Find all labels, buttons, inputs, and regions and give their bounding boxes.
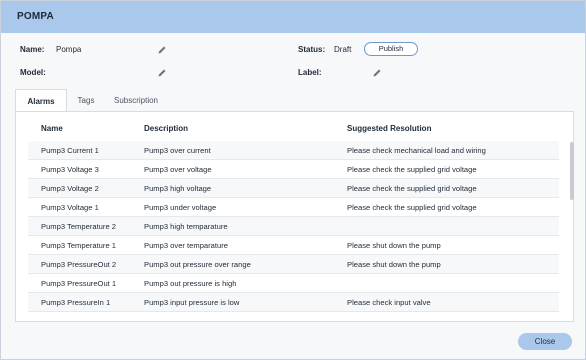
table-row[interactable]: Pump3 Voltage 3 Pump3 over voltage Please … bbox=[28, 160, 559, 179]
cell-resolution: Please check input valve bbox=[347, 298, 431, 307]
pencil-icon[interactable] bbox=[372, 68, 382, 78]
table-row[interactable]: Pump3 Temperature 2 Pump3 high temparatur… bbox=[28, 217, 559, 236]
cell-description: Pump3 high voltage bbox=[144, 184, 212, 193]
title-bar: POMPA bbox=[1, 1, 585, 33]
cell-name: Pump3 Voltage 3 bbox=[41, 165, 99, 174]
table-row[interactable]: Pump3 Temperature 1 Pump3 over temparatur… bbox=[28, 236, 559, 255]
column-header-resolution[interactable]: Suggested Resolution bbox=[347, 124, 431, 133]
cell-description: Pump3 high temparature bbox=[144, 222, 228, 231]
cell-description: Pump3 out pressure over range bbox=[144, 260, 251, 269]
cell-description: Pump3 over temparature bbox=[144, 241, 228, 250]
cell-resolution: Please check mechanical load and wiring bbox=[347, 146, 486, 155]
scrollbar-thumb[interactable] bbox=[570, 142, 574, 200]
cell-name: Pump3 Current 1 bbox=[41, 146, 99, 155]
table-row[interactable]: Pump3 PressureOut 2 Pump3 out pressure ov… bbox=[28, 255, 559, 274]
cell-description: Pump3 out pressure is high bbox=[144, 279, 237, 288]
cell-name: Pump3 Temperature 2 bbox=[41, 222, 116, 231]
table-row[interactable]: Pump3 Voltage 1 Pump3 under voltage Please… bbox=[28, 198, 559, 217]
cell-name: Pump3 Voltage 2 bbox=[41, 184, 99, 193]
alarms-panel: Name Description Suggested Resolution Pu… bbox=[15, 111, 574, 322]
cell-name: Pump3 PressureOut 1 bbox=[41, 279, 117, 288]
cell-resolution: Please check the supplied grid voltage bbox=[347, 165, 477, 174]
column-header-description[interactable]: Description bbox=[144, 124, 188, 133]
cell-name: Pump3 Temperature 1 bbox=[41, 241, 116, 250]
pencil-icon[interactable] bbox=[157, 68, 167, 78]
tab-subscription[interactable]: Subscription bbox=[111, 89, 161, 112]
cell-name: Pump3 PressureOut 2 bbox=[41, 260, 117, 269]
cell-resolution: Please shut down the pump bbox=[347, 260, 441, 269]
cell-description: Pump3 under voltage bbox=[144, 203, 217, 212]
name-label: Name: bbox=[20, 45, 45, 54]
cell-name: Pump3 Voltage 1 bbox=[41, 203, 99, 212]
table-row[interactable]: Pump3 PressureOut 1 Pump3 out pressure is… bbox=[28, 274, 559, 293]
name-value: Pompa bbox=[56, 45, 82, 54]
tab-alarms[interactable]: Alarms bbox=[15, 89, 67, 112]
cell-resolution: Please check the supplied grid voltage bbox=[347, 184, 477, 193]
column-header-name[interactable]: Name bbox=[41, 124, 63, 133]
cell-resolution: Please check the supplied grid voltage bbox=[347, 203, 477, 212]
close-button[interactable]: Close bbox=[518, 333, 572, 350]
table-row[interactable]: Pump3 Voltage 2 Pump3 high voltage Please … bbox=[28, 179, 559, 198]
cell-description: Pump3 over voltage bbox=[144, 165, 212, 174]
status-label: Status: bbox=[298, 45, 326, 54]
cell-resolution: Please shut down the pump bbox=[347, 241, 441, 250]
label-label: Label: bbox=[298, 68, 322, 77]
pencil-icon[interactable] bbox=[157, 45, 167, 55]
cell-description: Pump3 input pressure is low bbox=[144, 298, 240, 307]
tab-tags[interactable]: Tags bbox=[71, 89, 101, 112]
alarm-dialog: POMPA Name: Pompa Model: Status: Draft P… bbox=[0, 0, 586, 360]
table-row[interactable]: Pump3 PressureIn 1 Pump3 input pressure i… bbox=[28, 293, 559, 312]
status-value: Draft bbox=[334, 45, 352, 54]
model-label: Model: bbox=[20, 68, 46, 77]
cell-name: Pump3 PressureIn 1 bbox=[41, 298, 111, 307]
dialog-title: POMPA bbox=[17, 11, 54, 22]
table-row[interactable]: Pump3 Current 1 Pump3 over current Please … bbox=[28, 141, 559, 160]
publish-button[interactable]: Publish bbox=[364, 42, 418, 56]
cell-description: Pump3 over current bbox=[144, 146, 211, 155]
